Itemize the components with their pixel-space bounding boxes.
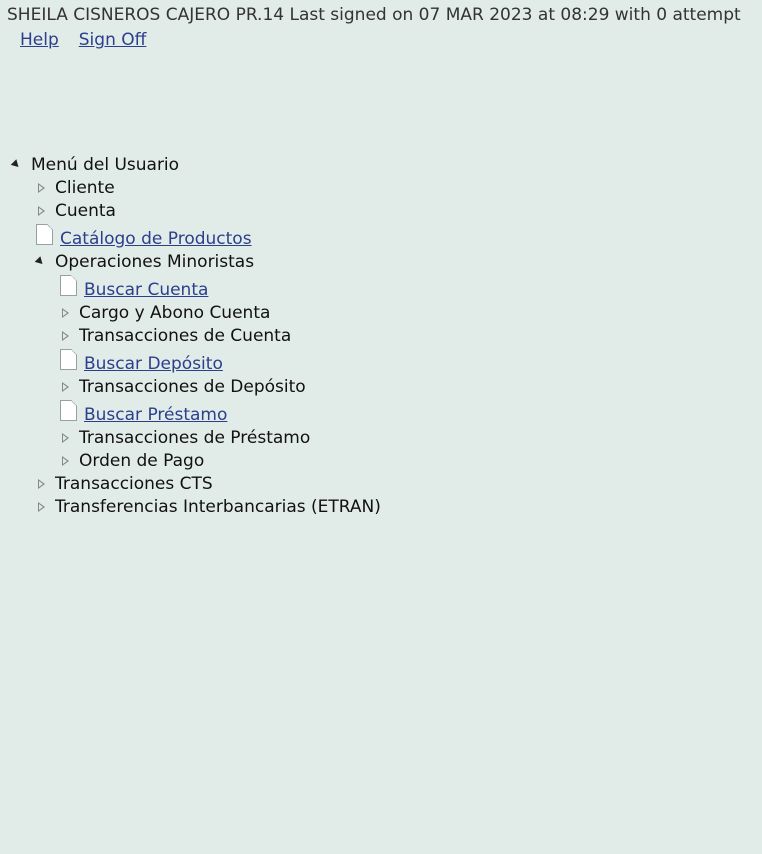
tree-node-label: Cargo y Abono Cuenta: [79, 303, 271, 323]
collapsed-triangle-icon[interactable]: [62, 308, 69, 318]
tree-node-label: Transacciones de Cuenta: [79, 326, 292, 346]
sign-off-link[interactable]: Sign Off: [79, 30, 147, 50]
document-icon: [60, 275, 77, 296]
collapsed-triangle-icon[interactable]: [38, 206, 45, 216]
document-icon: [60, 400, 77, 421]
top-links: Help Sign Off: [20, 29, 166, 51]
collapsed-triangle-icon[interactable]: [62, 382, 69, 392]
collapsed-triangle-icon[interactable]: [38, 183, 45, 193]
tree-node-label: Cliente: [55, 178, 115, 198]
collapsed-triangle-icon[interactable]: [38, 479, 45, 489]
tree-node-label: Orden de Pago: [79, 451, 205, 471]
buscar-prestamo-link[interactable]: Buscar Préstamo: [84, 404, 227, 427]
buscar-cuenta-link[interactable]: Buscar Cuenta: [84, 279, 208, 302]
tree-node-label: Cuenta: [55, 201, 116, 221]
document-icon: [60, 349, 77, 370]
collapsed-triangle-icon[interactable]: [38, 502, 45, 512]
signon-status-text: SHEILA CISNEROS CAJERO PR.14 Last signed…: [7, 5, 741, 25]
catalogo-de-productos-link[interactable]: Catálogo de Productos: [60, 228, 252, 251]
document-icon: [36, 224, 53, 245]
buscar-deposito-link[interactable]: Buscar Depósito: [84, 353, 223, 376]
collapsed-triangle-icon[interactable]: [62, 433, 69, 443]
tree-node-label: Transacciones CTS: [55, 474, 213, 494]
expanded-triangle-icon[interactable]: [10, 159, 22, 170]
tree-node-label: Transferencias Interbancarias (ETRAN): [55, 497, 381, 517]
tree-node-label: Menú del Usuario: [31, 155, 180, 175]
help-link[interactable]: Help: [20, 30, 59, 50]
tree-node-label: Transacciones de Depósito: [79, 377, 306, 397]
collapsed-triangle-icon[interactable]: [62, 456, 69, 466]
expanded-triangle-icon[interactable]: [34, 256, 46, 267]
tree-node-label: Operaciones Minoristas: [55, 252, 255, 272]
tree-node-label: Transacciones de Préstamo: [79, 428, 311, 448]
collapsed-triangle-icon[interactable]: [62, 331, 69, 341]
